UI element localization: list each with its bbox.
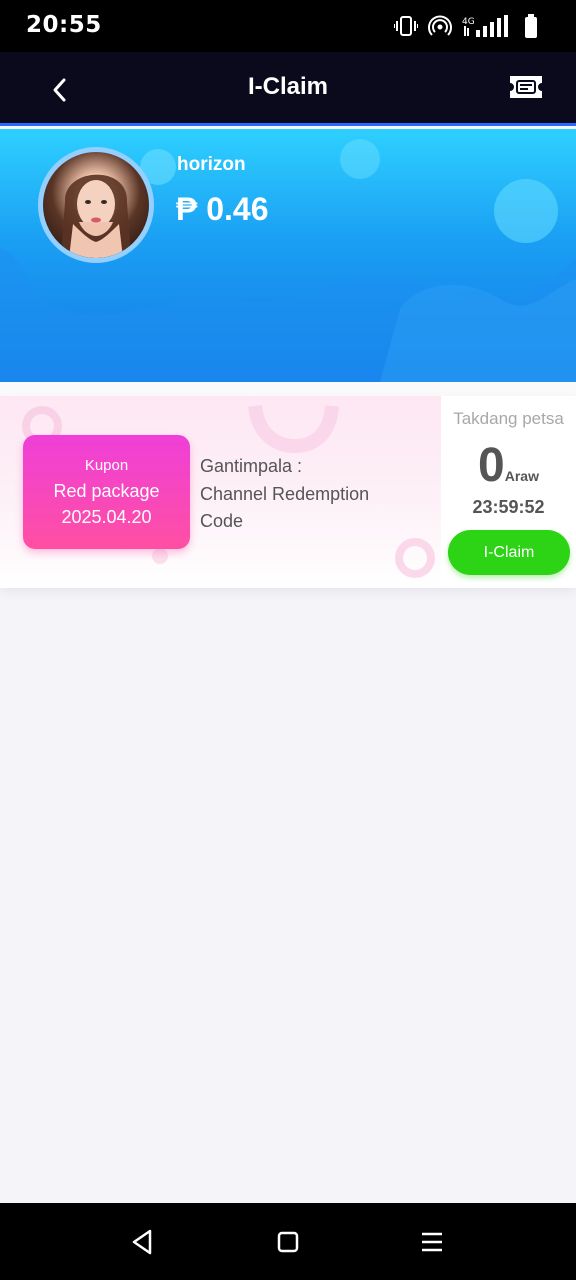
balance-amount: ₱ 0.46 <box>176 191 269 227</box>
days-remaining: 0Araw <box>441 438 576 493</box>
nav-home-button[interactable] <box>273 1227 303 1257</box>
coupon-card: Kupon Red package 2025.04.20 Gantimpala … <box>0 396 576 588</box>
reward-text-line2: Code <box>200 511 244 531</box>
page-title: I-Claim <box>247 73 328 100</box>
status-time: 20:55 <box>26 12 102 38</box>
coupon-tag: Kupon Red package 2025.04.20 <box>23 435 190 549</box>
avatar <box>38 147 154 263</box>
4g-signal-icon: 4G <box>462 15 514 42</box>
claim-button[interactable]: I-Claim <box>448 530 570 575</box>
coupon-description: Gantimpala : Channel Redemption Code <box>200 453 420 536</box>
menu-lines-icon <box>422 1232 442 1252</box>
svg-text:4G: 4G <box>462 17 475 27</box>
vibrate-icon <box>393 15 419 42</box>
coupon-date: 2025.04.20 <box>61 507 152 527</box>
home-square-icon <box>277 1231 299 1253</box>
nav-back-button[interactable] <box>128 1227 158 1257</box>
app-header: I-Claim <box>0 52 576 126</box>
countdown-timer: 23:59:52 <box>472 497 545 517</box>
system-nav-bar <box>0 1203 576 1280</box>
back-triangle-icon <box>132 1229 152 1255</box>
status-icons: 4G <box>393 14 538 43</box>
status-bar: 20:55 4G <box>0 0 576 52</box>
profile-banner: horizon ₱ 0.46 <box>0 129 576 382</box>
ticket-button[interactable] <box>508 72 544 102</box>
reward-label: Gantimpala : <box>200 456 303 476</box>
deadline-panel: Takdang petsa 0Araw 23:59:52 I-Claim <box>441 396 576 588</box>
nav-menu-button[interactable] <box>417 1227 447 1257</box>
divider-band <box>0 382 576 396</box>
battery-icon <box>524 14 538 43</box>
username: horizon <box>177 154 246 175</box>
coupon-name: Red package <box>53 481 160 501</box>
reward-text-line1: Channel Redemption <box>200 483 370 504</box>
coupon-type: Kupon <box>84 457 129 474</box>
deadline-label: Takdang petsa <box>453 409 564 428</box>
ticket-icon <box>510 76 542 98</box>
hotspot-icon <box>428 15 452 42</box>
days-unit: Araw <box>504 468 539 484</box>
days-value: 0 <box>478 439 505 492</box>
